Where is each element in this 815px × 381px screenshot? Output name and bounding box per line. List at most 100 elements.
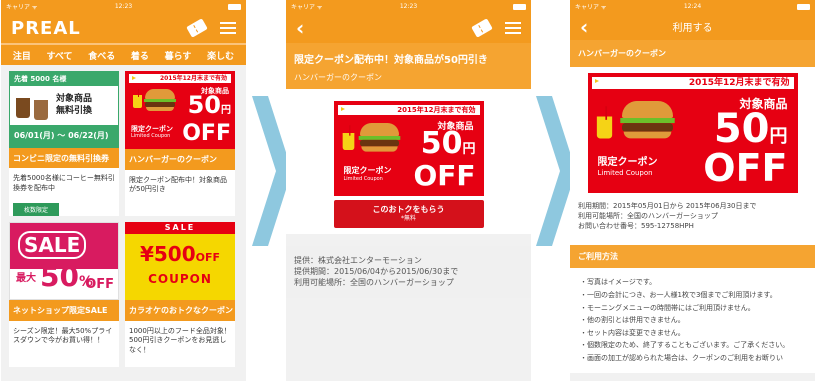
clock: 12:23: [114, 3, 133, 10]
detail-header: 限定クーポン配布中！対象商品が50円引き ハンバーガーのクーポン: [286, 43, 531, 89]
card-title: カラオケのおトクなクーポン: [125, 300, 235, 321]
drink-icon: [596, 106, 612, 139]
provider-line: 提供：株式会社エンターモーション: [294, 256, 422, 265]
page-title: 利用する: [672, 23, 713, 34]
burger-icon: [619, 101, 675, 139]
battery-icon: [228, 3, 241, 10]
location-line: 利用可能場所：全国のハンバーガーショップ: [294, 277, 454, 287]
coffee-offer-line2: 無料引換: [56, 105, 93, 116]
drink-icon: [342, 125, 354, 150]
app-logo[interactable]: PREAL: [11, 18, 81, 39]
limited-jp: 限定クーポン: [131, 124, 173, 133]
karaoke-sale-bar: SALE: [125, 222, 235, 234]
coupon-card-sale[interactable]: SALE 最大 50% OFF ネットショップ限定SALE シーズン限定！最大5…: [9, 222, 119, 367]
sale-off-label: OFF: [85, 277, 114, 292]
method-item: ・セット内容は変更できません。: [580, 328, 685, 337]
karaoke-coupon-image: SALE ¥500OFF COUPON: [125, 222, 235, 300]
limited-coupon-label: 限定クーポン Limited Coupon: [131, 125, 173, 139]
detail-body: 2015年12月末まで有効 対象商品 50円 OFF 限定クーポン Limited…: [286, 89, 531, 234]
sale-percent-number: 50: [40, 260, 79, 293]
discount-price: 50円: [188, 93, 231, 117]
tab-enjoy[interactable]: 楽しむ: [207, 49, 234, 62]
method-list: ・写真はイメージです。 ・一回の会計につき、お一人様1枚で3個までご利用頂けます…: [570, 268, 815, 373]
usage-location: 利用可能場所：全国のハンバーガーショップ: [578, 212, 718, 221]
limited-quantity-badge: 枚数限定: [13, 203, 59, 217]
status-bar: キャリア ᯤ 12:24: [570, 0, 815, 13]
method-item: ・写真はイメージです。: [580, 278, 657, 287]
drink-icon: [133, 89, 142, 108]
phone-list-screen: キャリア ᯤ 12:23 PREAL 注目 すべて 食べる 着る 暮らす 楽しむ…: [1, 0, 246, 381]
coupon-card-burger[interactable]: 2015年12月末まで有効 対象商品 50円 OFF 限定クーポン Limited…: [125, 71, 235, 216]
coupon-grid: 先着 5000 名様 対象商品 無料引換 06/01(月) ～ 06/22(月)…: [1, 65, 246, 367]
battery-icon: [513, 3, 526, 10]
burger-coupon-image: 2015年12月末まで有効 対象商品 50円 OFF 限定クーポン Limited…: [125, 71, 235, 149]
off-label: OFF: [703, 146, 788, 190]
off-label: OFF: [413, 159, 476, 192]
method-item: ・一回の会計につき、お一人様1枚で3個までご利用頂けます。: [580, 291, 777, 300]
clock: 12:24: [683, 3, 702, 10]
karaoke-coupon-word: COUPON: [148, 272, 212, 286]
price-unit: 円: [769, 126, 788, 147]
coupon-card-coffee[interactable]: 先着 5000 名様 対象商品 無料引換 06/01(月) ～ 06/22(月)…: [9, 71, 119, 217]
limited-en: Limited Coupon: [597, 168, 653, 177]
karaoke-amount: ¥500OFF: [125, 244, 235, 264]
tab-eat[interactable]: 食べる: [88, 49, 115, 62]
coffee-offer-text: 対象商品 無料引換: [56, 94, 92, 117]
get-coupon-button[interactable]: このおトクをもらう *無料: [333, 200, 484, 228]
card-description: 1000円以上のフード全品対象！500円引きクーポンをお見逃しなく！: [129, 327, 231, 353]
burger-coupon-image: 2015年12月末まで有効 対象商品 50円 OFF 限定クーポン Limited…: [587, 73, 798, 193]
free-label: *無料: [400, 215, 416, 223]
coffee-band-text: 先着 5000 名様: [10, 72, 118, 86]
tab-featured[interactable]: 注目: [13, 49, 31, 62]
valid-until-strip: 2015年12月末まで有効: [129, 74, 231, 83]
tab-all[interactable]: すべて: [47, 49, 73, 62]
coupon-card-karaoke[interactable]: SALE ¥500OFF COUPON カラオケのおトクなクーポン 1000円以…: [125, 222, 235, 367]
price-number: 50: [187, 91, 221, 119]
status-bar: キャリア ᯤ 12:23: [1, 0, 246, 13]
inquiry-number: お問い合わせ番号：595-12758HPH: [578, 222, 694, 231]
card-title: ネットショップ限定SALE: [9, 300, 119, 321]
burger-icon: [144, 89, 176, 111]
burger-icon: [358, 123, 400, 152]
valid-until-strip: 2015年12月末まで有効: [591, 77, 794, 89]
app-header: ‹ 利用する: [570, 13, 815, 40]
method-header: ご利用方法: [570, 245, 815, 269]
limited-jp: 限定クーポン: [597, 156, 658, 168]
discount-price: 50円: [714, 109, 788, 149]
card-description: シーズン限定！最大50%プライスダウンで今がお買い得！！: [13, 327, 113, 345]
ticket-icon[interactable]: [186, 18, 208, 38]
app-header: PREAL: [1, 13, 246, 43]
app-header: ‹: [286, 13, 531, 43]
coffee-offer-line1: 対象商品: [56, 94, 93, 104]
menu-icon[interactable]: [505, 22, 521, 34]
period-line: 提供期間：2015/06/04から2015/06/30まで: [294, 266, 459, 276]
burger-coupon-image: 2015年12月末まで有効 対象商品 50円 OFF 限定クーポン Limited…: [333, 101, 484, 196]
menu-icon[interactable]: [220, 22, 236, 34]
off-label: OFF: [182, 121, 231, 146]
ticket-icon[interactable]: [471, 18, 493, 38]
back-chevron-icon[interactable]: ‹: [296, 18, 304, 38]
sale-max-label: 最大: [16, 273, 36, 284]
detail-title: 限定クーポン配布中！対象商品が50円引き: [294, 55, 488, 66]
limited-jp: 限定クーポン: [343, 166, 392, 176]
status-bar: キャリア ᯤ 12:23: [286, 0, 531, 13]
usage-info: 利用期間：2015年05月01日から 2015年06月30日まで 利用可能場所：…: [578, 193, 807, 239]
card-title: コンビニ限定の無料引換券: [9, 147, 119, 169]
method-item: ・個数限定のため、終了することもございます。ご了承ください。: [580, 341, 790, 350]
get-coupon-label: このおトクをもらう: [372, 205, 445, 214]
tab-living[interactable]: 暮らす: [165, 49, 192, 62]
tab-wear[interactable]: 着る: [131, 49, 149, 62]
coffee-cups-icon: [16, 92, 52, 122]
discount-price: 50円: [421, 129, 476, 159]
card-title: ハンバーガーのクーポン: [125, 149, 235, 170]
karaoke-amount-number: ¥500: [139, 242, 196, 266]
price-number: 50: [420, 126, 463, 161]
provider-info: 提供：株式会社エンターモーション 提供期間：2015/06/04から2015/0…: [286, 246, 531, 299]
clock: 12:23: [399, 3, 418, 10]
card-description: 限定クーポン配布中！対象商品が50円引き: [129, 176, 227, 194]
usage-period: 利用期間：2015年05月01日から 2015年06月30日まで: [578, 202, 757, 210]
limited-en: Limited Coupon: [131, 133, 171, 139]
karaoke-amount-unit: OFF: [195, 251, 221, 264]
phone-detail-screen: キャリア ᯤ 12:23 ‹ 限定クーポン配布中！対象商品が50円引き ハンバー…: [286, 0, 531, 381]
battery-icon: [797, 3, 810, 10]
